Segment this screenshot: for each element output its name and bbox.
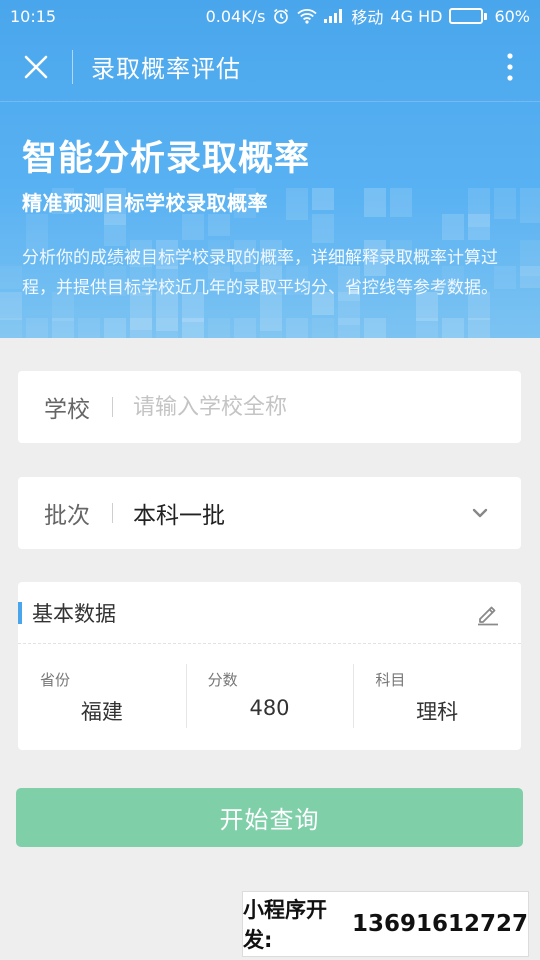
- batch-label: 批次: [44, 503, 90, 529]
- province-label: 省份: [40, 671, 71, 689]
- subject-cell: 科目 理科: [353, 644, 521, 750]
- basic-data-card: 基本数据 省份 福建 分数 480 科目 理科: [18, 582, 521, 750]
- title-bar: 录取概率评估: [0, 32, 540, 102]
- score-value: 480: [249, 696, 290, 720]
- more-button[interactable]: [480, 32, 540, 102]
- signal-icon: [324, 9, 344, 23]
- status-carrier: 移动: [351, 8, 384, 27]
- status-bar: 10:15 0.04K/s 移动 4G HD 60%: [0, 0, 540, 32]
- province-value: 福建: [80, 700, 123, 724]
- field-separator: [112, 503, 113, 523]
- batch-value: 本科一批: [133, 503, 225, 529]
- edit-button[interactable]: [471, 596, 505, 630]
- start-query-button[interactable]: 开始查询: [16, 788, 523, 847]
- province-cell: 省份 福建: [18, 644, 186, 750]
- school-input[interactable]: [133, 394, 495, 420]
- status-network: 4G HD: [390, 6, 443, 26]
- promo-watermark: 小程序开发: 13691612727: [242, 891, 529, 957]
- score-label: 分数: [207, 671, 238, 689]
- alarm-icon: [272, 7, 290, 25]
- hero-description: 分析你的成绩被目标学校录取的概率，详细解释录取概率计算过程，并提供目标学校近几年…: [22, 248, 498, 298]
- more-vertical-icon: [507, 52, 513, 81]
- status-net-speed: 0.04K/s: [205, 6, 266, 26]
- chevron-down-icon: [465, 498, 495, 528]
- promo-phone: 13691612727: [351, 911, 528, 937]
- field-separator: [112, 397, 113, 417]
- school-card: 学校: [18, 371, 521, 443]
- hero-headline: 智能分析录取概率: [22, 139, 311, 179]
- close-button[interactable]: [0, 32, 72, 102]
- title-divider: [72, 49, 73, 84]
- school-label: 学校: [44, 397, 90, 423]
- section-accent-bar: [18, 601, 22, 624]
- batch-card[interactable]: 批次 本科一批: [18, 477, 521, 549]
- subject-label: 科目: [375, 671, 406, 689]
- page-title: 录取概率评估: [91, 55, 241, 83]
- basic-data-title: 基本数据: [32, 601, 116, 626]
- promo-label: 小程序开发:: [243, 898, 327, 952]
- status-battery-level: 60%: [494, 6, 530, 26]
- score-cell: 分数 480: [185, 644, 354, 750]
- subject-value: 理科: [416, 700, 459, 724]
- hero-subline: 精准预测目标学校录取概率: [22, 191, 268, 215]
- battery-icon: [449, 8, 488, 24]
- close-icon: [24, 55, 48, 78]
- batch-select[interactable]: 批次 本科一批: [18, 477, 521, 549]
- pencil-edit-icon: [478, 606, 498, 625]
- wifi-icon: [297, 8, 318, 24]
- status-time: 10:15: [10, 6, 57, 26]
